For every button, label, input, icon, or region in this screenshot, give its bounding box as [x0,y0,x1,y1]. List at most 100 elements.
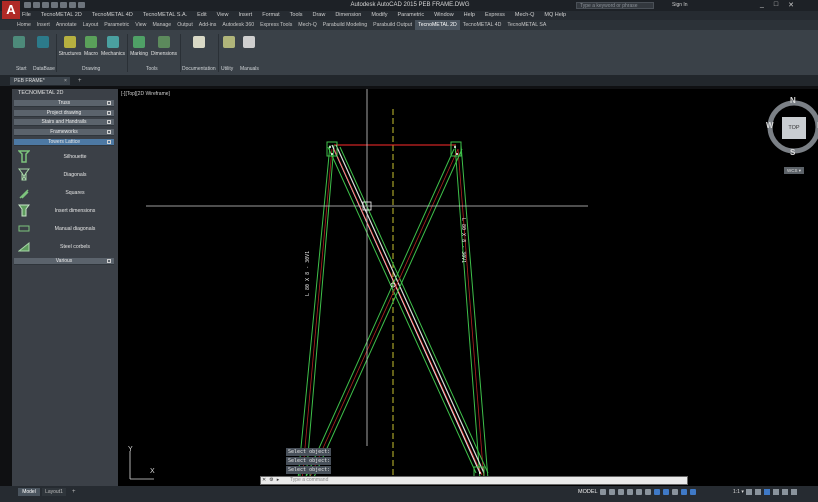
isolate-icon[interactable] [764,489,770,495]
menu-mech-q[interactable]: Mech-Q [515,11,535,20]
menu-help[interactable]: Help [464,11,475,20]
tab-tecnometal-4d[interactable]: TecnoMETAL 4D [460,20,505,30]
tab-mech-q[interactable]: Mech-Q [295,20,319,30]
autoscale-icon[interactable] [690,489,696,495]
menu-parametric[interactable]: Parametric [398,11,425,20]
menu-file[interactable]: File [22,11,31,20]
otrack-icon[interactable] [645,489,651,495]
saveas-icon[interactable] [51,2,58,8]
mechanics-button[interactable]: Mechanics [100,36,126,57]
open-icon[interactable] [33,2,40,8]
menu-tools[interactable]: Tools [290,11,303,20]
menu-insert[interactable]: Insert [238,11,252,20]
autocad-logo-icon[interactable]: A [2,1,20,19]
compass-west[interactable]: W [766,121,774,130]
tab-output[interactable]: Output [174,20,196,30]
save-icon[interactable] [42,2,49,8]
compass-south[interactable]: S [790,148,795,157]
model-space-toggle[interactable]: MODEL [578,489,598,495]
tab-home[interactable]: Home [14,20,34,30]
palette-item-manual-diagonals[interactable]: Manual diagonals [14,220,114,238]
annotation-icon[interactable] [681,489,687,495]
new-icon[interactable] [24,2,31,8]
palette-category-stairs[interactable]: Stairs and Handrails [14,119,114,126]
command-input[interactable]: Type a command [288,477,550,484]
add-layout-button[interactable]: + [72,488,76,496]
palette-category-truss[interactable]: Truss [14,100,114,107]
tab-view[interactable]: View [132,20,149,30]
annotation-scale[interactable]: 1:1 ▾ [733,489,744,495]
utility-button[interactable] [220,36,238,51]
close-button[interactable]: ✕ [788,1,794,9]
tab-tecnometal-sa[interactable]: TecnoMETAL SA [504,20,549,30]
menu-window[interactable]: Window [434,11,454,20]
selection-cycling-icon[interactable] [672,489,678,495]
database-button[interactable] [34,36,52,51]
palette-item-steel-corbels[interactable]: Steel corbels [14,238,114,256]
menu-tecnometal-4d[interactable]: TecnoMETAL 4D [92,11,133,20]
compass-north[interactable]: N [790,96,796,105]
redo-icon[interactable] [78,2,85,8]
plus-icon[interactable] [755,489,761,495]
tab-manage[interactable]: Manage [149,20,174,30]
prompt-icon[interactable]: ▸ [277,477,280,483]
osnap-icon[interactable] [636,489,642,495]
undo-icon[interactable] [69,2,76,8]
menu-tecnometal-2d[interactable]: TecnoMETAL 2D [41,11,82,20]
polar-icon[interactable] [627,489,633,495]
menu-dimension[interactable]: Dimension [335,11,361,20]
palette-category-towers-lattice[interactable]: Towers Lattice [14,139,114,146]
new-tab-button[interactable]: + [78,77,82,85]
maximize-button[interactable]: □ [774,1,778,9]
palette-category-various[interactable]: Various [14,258,114,265]
tab-parametric[interactable]: Parametric [101,20,132,30]
menu-view[interactable]: View [217,11,229,20]
hardware-icon[interactable] [773,489,779,495]
tab-model[interactable]: Model [18,488,40,496]
tab-layout1[interactable]: Layout1 [42,488,66,496]
palette-item-insert-dimensions[interactable]: Insert dimensions [14,202,114,220]
tab-insert[interactable]: Insert [34,20,53,30]
snap-icon[interactable] [609,489,615,495]
palette-category-project-drawing[interactable]: Project drawing [14,110,114,117]
file-tab-close-icon[interactable]: × [64,77,67,85]
tab-add-ins[interactable]: Add-ins [196,20,220,30]
manuals-button[interactable] [240,36,258,51]
menu-edit[interactable]: Edit [197,11,206,20]
palette-item-diagonals[interactable]: Diagonals [14,166,114,184]
lineweight-icon[interactable] [654,489,660,495]
tab-annotate[interactable]: Annotate [53,20,80,30]
tab-parabuild-output[interactable]: Parabuild Output [370,20,415,30]
tab-express-tools[interactable]: Express Tools [257,20,295,30]
wcs-menu[interactable]: WCS ▾ [784,167,804,174]
sign-in-button[interactable]: Sign In [672,2,688,8]
menu-mq-help[interactable]: MQ Help [544,11,566,20]
workspace-icon[interactable] [746,489,752,495]
palette-category-frameworks[interactable]: Frameworks [14,129,114,136]
file-tab[interactable]: PEB FRAME* [10,77,70,85]
clean-screen-icon[interactable] [782,489,788,495]
close-icon[interactable]: ✕ [262,477,266,483]
search-input[interactable]: Type a keyword or phrase [576,2,654,9]
tab-layout[interactable]: Layout [80,20,102,30]
customize-icon[interactable] [791,489,797,495]
documentation-button[interactable] [188,36,210,51]
menu-tecnometal-sa[interactable]: TecnoMETAL S.A. [143,11,187,20]
grid-icon[interactable] [600,489,606,495]
wrench-icon[interactable]: ⚙ [269,477,273,483]
start-button[interactable] [10,36,28,51]
dimensions-button[interactable]: Dimensions [150,36,178,57]
viewcube-top-face[interactable]: TOP [782,117,806,139]
menu-draw[interactable]: Draw [312,11,325,20]
marking-button[interactable]: Marking [128,36,150,57]
palette-item-silhouette[interactable]: Silhouette [14,148,114,166]
plot-icon[interactable] [60,2,67,8]
tab-autodesk-360[interactable]: Autodesk 360 [219,20,257,30]
menu-format[interactable]: Format [262,11,279,20]
menu-express[interactable]: Express [485,11,505,20]
tab-tecnometal-2d[interactable]: TecnoMETAL 2D [415,20,460,30]
tab-parabuild-modeling[interactable]: Parabuild Modeling [320,20,370,30]
transparency-icon[interactable] [663,489,669,495]
minimize-button[interactable]: _ [760,1,764,9]
palette-item-squares[interactable]: Squares [14,184,114,202]
